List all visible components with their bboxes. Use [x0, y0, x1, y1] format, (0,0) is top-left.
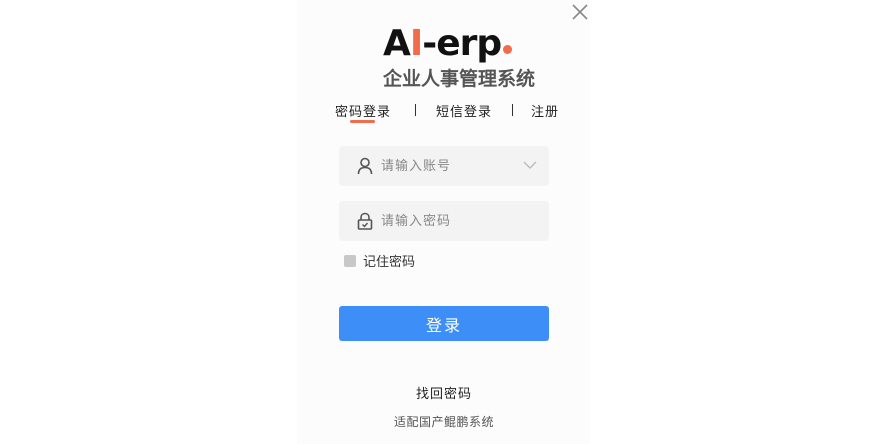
- tab-divider: [415, 104, 417, 116]
- app-logo: A I -erp: [383, 20, 513, 64]
- password-input[interactable]: [381, 201, 521, 241]
- tab-sms-login[interactable]: 短信登录: [436, 101, 492, 120]
- account-input[interactable]: [381, 146, 521, 186]
- logo-text-a: A: [383, 23, 411, 64]
- chevron-down-icon[interactable]: [523, 160, 537, 170]
- close-icon[interactable]: [571, 3, 589, 21]
- logo-dot: [503, 45, 513, 54]
- user-icon: [357, 157, 373, 175]
- tab-divider: [512, 104, 514, 116]
- login-button[interactable]: 登录: [339, 306, 549, 341]
- active-tab-indicator: [350, 120, 375, 123]
- checkbox-box[interactable]: [344, 254, 356, 267]
- logo-text-i: I: [409, 23, 423, 64]
- footer-note: 适配国产鲲鹏系统: [393, 415, 494, 429]
- login-tabs: 密码登录 短信登录 注册: [335, 99, 559, 121]
- logo-text-erp: -erp: [422, 23, 502, 64]
- tab-password-login[interactable]: 密码登录: [335, 101, 391, 120]
- lock-icon: [357, 212, 373, 230]
- forgot-password-link[interactable]: 找回密码: [339, 383, 549, 402]
- app-subtitle: 企业人事管理系统: [383, 68, 536, 90]
- remember-password-label: 记住密码: [363, 255, 416, 270]
- password-field[interactable]: [339, 201, 549, 241]
- account-field[interactable]: [339, 146, 549, 186]
- tab-register[interactable]: 注册: [531, 101, 559, 120]
- remember-password-checkbox[interactable]: 记住密码: [344, 251, 415, 270]
